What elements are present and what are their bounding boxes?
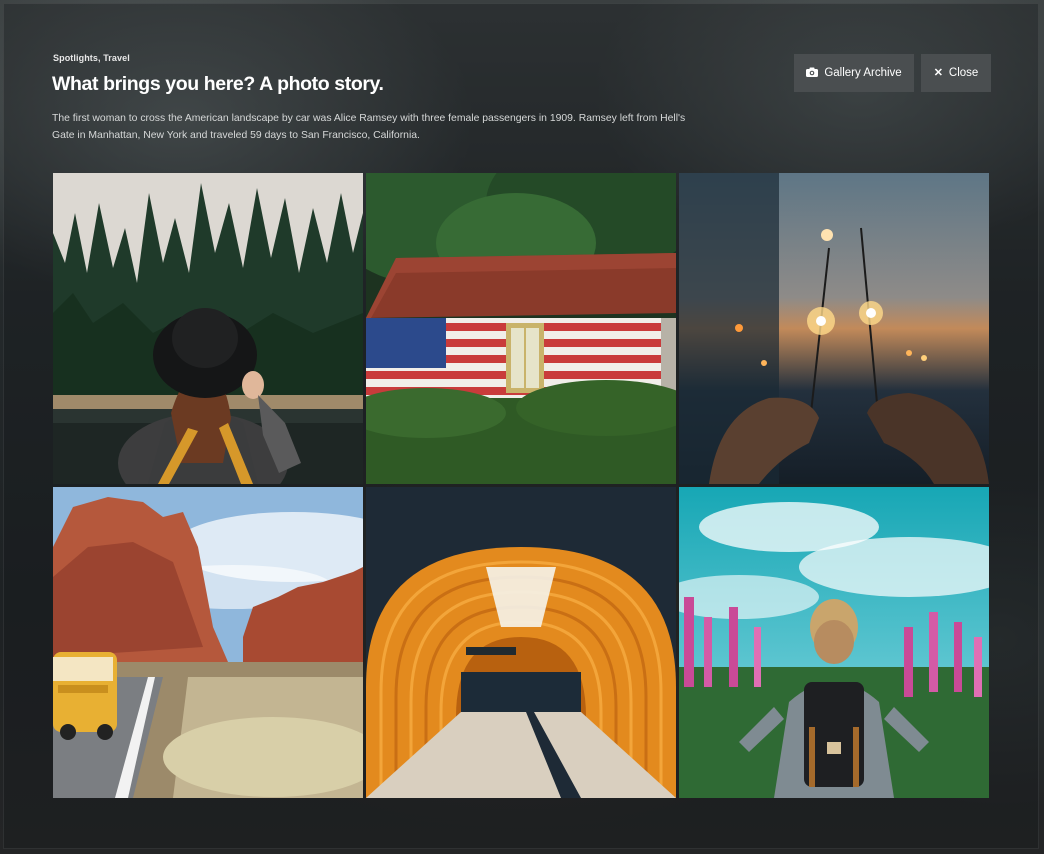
gallery-archive-label: Gallery Archive: [824, 67, 902, 79]
close-label: Close: [948, 67, 979, 79]
photo-sparklers-at-dusk[interactable]: [679, 173, 989, 484]
photo-woman-in-hat-forest[interactable]: [53, 173, 363, 484]
close-icon: ✕: [933, 66, 943, 79]
photo-orange-tunnel[interactable]: [366, 487, 676, 798]
close-button[interactable]: ✕ Close: [921, 54, 991, 92]
camera-icon: [806, 67, 819, 80]
photo-backpacker-in-flowers[interactable]: [679, 487, 989, 798]
story-title: What brings you here? A photo story.: [52, 73, 384, 95]
gallery-archive-button[interactable]: Gallery Archive: [794, 54, 914, 92]
story-description: The first woman to cross the American la…: [52, 113, 686, 141]
photo-flag-painted-barn[interactable]: [366, 173, 676, 484]
photo-grid: [53, 173, 989, 798]
photo-desert-road-van[interactable]: [53, 487, 363, 798]
story-category: Spotlights, Travel: [53, 53, 130, 63]
